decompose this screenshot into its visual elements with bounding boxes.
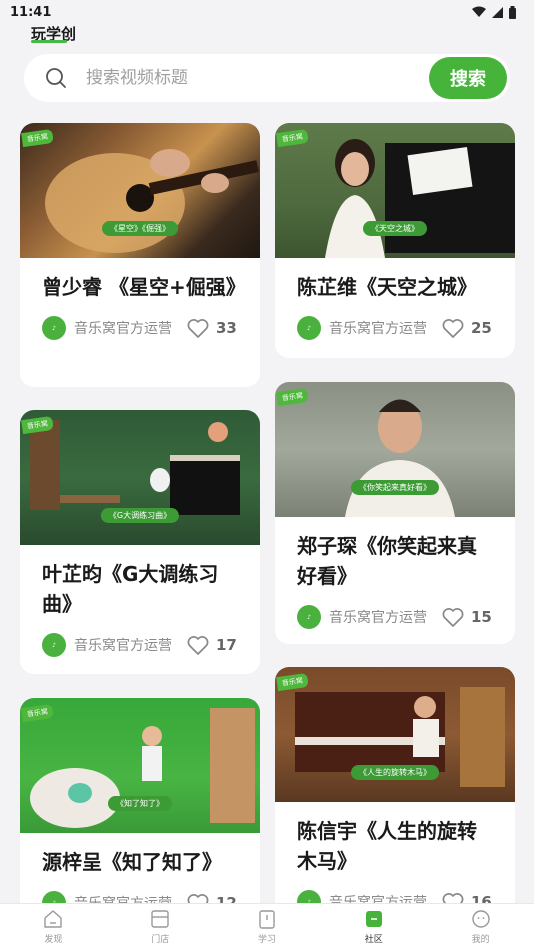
like-count: 25 — [471, 319, 492, 337]
video-caption: 《天空之城》 — [363, 221, 427, 236]
video-thumbnail[interactable]: 音乐窝 《G大调练习曲》 — [20, 410, 260, 545]
book-icon — [259, 910, 275, 929]
tab-profile[interactable]: 我的 — [427, 904, 534, 949]
card-title[interactable]: 陈信宇《人生的旋转木马》 — [275, 802, 515, 876]
author-avatar[interactable]: ♪ — [42, 633, 66, 657]
heart-icon[interactable] — [186, 316, 210, 340]
video-thumbnail[interactable]: 音乐窝 《知了知了》 — [20, 698, 260, 833]
piano-boy-illustration — [295, 687, 505, 787]
like-count: 15 — [471, 608, 492, 626]
search-bar: 搜索 — [24, 54, 510, 102]
card-title[interactable]: 郑子琛《你笑起来真好看》 — [275, 517, 515, 591]
wifi-icon — [472, 6, 486, 17]
status-icons — [472, 5, 516, 19]
avatar-logo: ♪ — [307, 613, 311, 621]
heart-icon[interactable] — [186, 633, 210, 657]
tab-label: 学习 — [257, 935, 276, 945]
bottom-tab-bar: 发现 门店 学习 社区 我的 — [0, 903, 534, 949]
piano-room-illustration — [30, 420, 240, 515]
status-bar: 11:41 — [0, 0, 534, 24]
video-thumbnail[interactable]: 音乐窝 《星空》《倔强》 — [20, 123, 260, 258]
video-thumbnail[interactable]: 音乐窝 《人生的旋转木马》 — [275, 667, 515, 802]
avatar-logo: ♪ — [52, 641, 56, 649]
search-input[interactable] — [86, 54, 426, 102]
video-caption: 《G大调练习曲》 — [100, 508, 180, 523]
card-meta: ♪ 音乐窝官方运营 17 — [20, 631, 260, 659]
tab-label: 门店 — [151, 935, 170, 945]
like-count: 33 — [216, 319, 237, 337]
search-icon — [46, 68, 66, 88]
status-time: 11:41 — [10, 4, 52, 20]
community-icon — [365, 911, 382, 927]
video-thumbnail[interactable]: 音乐窝 《你笑起来真好看》 — [275, 382, 515, 517]
card-meta: ♪ 音乐窝官方运营 25 — [275, 314, 515, 342]
tab-learn[interactable]: 学习 — [214, 904, 321, 949]
signal-icon — [492, 6, 503, 18]
boy-portrait-illustration — [345, 399, 455, 517]
card-meta: ♪ 音乐窝官方运营 33 — [20, 314, 260, 342]
like-count: 17 — [216, 636, 237, 654]
video-card[interactable]: 音乐窝 《人生的旋转木马》 陈信宇《人生的旋转木马》 ♪ 音乐窝官方运营 16 — [275, 667, 515, 931]
author-name[interactable]: 音乐窝官方运营 — [74, 318, 186, 338]
video-card[interactable]: 音乐窝 《天空之城》 陈芷维《天空之城》 ♪ 音乐窝官方运营 25 — [275, 123, 515, 358]
home-icon — [44, 910, 63, 928]
heart-icon[interactable] — [441, 605, 465, 629]
battery-icon — [509, 5, 516, 19]
author-name[interactable]: 音乐窝官方运营 — [74, 635, 186, 655]
video-card[interactable]: 音乐窝 《星空》《倔强》 曾少睿 《星空+倔强》 ♪ 音乐窝官方运营 33 — [20, 123, 260, 387]
video-thumbnail[interactable]: 音乐窝 《天空之城》 — [275, 123, 515, 258]
card-title[interactable]: 叶芷昀《G大调练习曲》 — [20, 545, 260, 619]
title-underline — [31, 40, 67, 43]
card-title[interactable]: 陈芷维《天空之城》 — [275, 258, 515, 302]
video-caption: 《你笑起来真好看》 — [351, 480, 439, 495]
avatar-logo: ♪ — [307, 324, 311, 332]
video-card[interactable]: 音乐窝 《你笑起来真好看》 郑子琛《你笑起来真好看》 ♪ 音乐窝官方运营 15 — [275, 382, 515, 644]
search-button[interactable]: 搜索 — [429, 57, 507, 99]
guitar-illustration — [45, 149, 259, 253]
tab-label: 发现 — [44, 935, 63, 945]
heart-icon[interactable] — [441, 316, 465, 340]
author-avatar[interactable]: ♪ — [42, 316, 66, 340]
video-caption: 《星空》《倔强》 — [102, 221, 178, 236]
avatar-logo: ♪ — [52, 324, 56, 332]
video-caption: 《知了知了》 — [108, 796, 172, 811]
card-title[interactable]: 源梓呈《知了知了》 — [20, 833, 260, 877]
card-meta: ♪ 音乐窝官方运营 15 — [275, 603, 515, 631]
tab-label: 我的 — [471, 935, 490, 945]
author-avatar[interactable]: ♪ — [297, 605, 321, 629]
profile-icon — [471, 910, 490, 928]
author-avatar[interactable]: ♪ — [297, 316, 321, 340]
store-icon — [151, 910, 169, 928]
kid-dancing-illustration — [30, 708, 255, 828]
piano-girl-illustration — [325, 139, 515, 258]
tab-label: 社区 — [364, 935, 383, 945]
tab-community[interactable]: 社区 — [320, 904, 427, 949]
card-title[interactable]: 曾少睿 《星空+倔强》 — [20, 258, 260, 302]
video-caption: 《人生的旋转木马》 — [351, 765, 439, 780]
tab-discover[interactable]: 发现 — [0, 904, 107, 949]
video-card[interactable]: 音乐窝 《G大调练习曲》 叶芷昀《G大调练习曲》 ♪ 音乐窝官方运营 17 — [20, 410, 260, 674]
tab-store[interactable]: 门店 — [107, 904, 214, 949]
author-name[interactable]: 音乐窝官方运营 — [329, 607, 441, 627]
author-name[interactable]: 音乐窝官方运营 — [329, 318, 441, 338]
